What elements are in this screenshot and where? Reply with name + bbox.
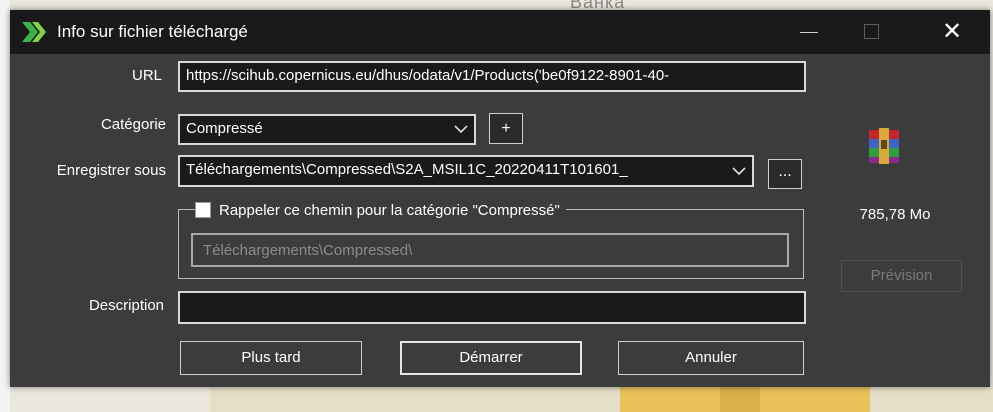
later-button[interactable]: Plus tard <box>180 341 362 375</box>
background-window-edge <box>0 0 10 412</box>
remember-path-checkbox[interactable] <box>195 202 211 218</box>
save-as-label: Enregistrer sous <box>56 162 166 179</box>
download-info-dialog: Info sur fichier téléchargé ✕ URL https:… <box>10 10 990 387</box>
start-button[interactable]: Démarrer <box>400 341 582 375</box>
browse-folder-button[interactable]: ... <box>768 159 802 189</box>
chevron-down-icon[interactable] <box>448 116 474 143</box>
remember-path-checkbox-row[interactable]: Rappeler ce chemin pour la catégorie "Co… <box>195 199 566 221</box>
remembered-path-field: Téléchargements\Compressed\ <box>191 233 789 267</box>
category-select[interactable]: Compressé <box>178 114 476 145</box>
file-size: 785,78 Mo <box>859 206 931 223</box>
minimize-icon <box>800 32 818 33</box>
minimize-button[interactable] <box>780 10 840 54</box>
remember-path-label: Rappeler ce chemin pour la catégorie "Co… <box>219 201 560 219</box>
category-select-value: Compressé <box>186 120 263 137</box>
app-icon <box>22 22 46 42</box>
chevron-down-icon[interactable] <box>726 157 752 185</box>
maximize-icon <box>864 24 879 39</box>
close-icon: ✕ <box>941 18 963 45</box>
title-bar[interactable]: Info sur fichier téléchargé ✕ <box>10 10 990 54</box>
dialog-title: Info sur fichier téléchargé <box>57 22 248 41</box>
url-label: URL <box>131 67 162 84</box>
add-category-button[interactable]: + <box>489 113 523 144</box>
cancel-button[interactable]: Annuler <box>618 341 804 375</box>
save-as-select[interactable]: Téléchargements\Compressed\S2A_MSIL1C_20… <box>178 155 754 187</box>
background-map-region <box>720 385 760 412</box>
url-field[interactable]: https://scihub.copernicus.eu/dhus/odata/… <box>178 61 806 92</box>
category-label: Catégorie <box>100 116 166 133</box>
close-button[interactable]: ✕ <box>922 10 982 54</box>
save-as-path-value: Téléchargements\Compressed\S2A_MSIL1C_20… <box>186 161 628 178</box>
preview-button[interactable]: Prévision <box>841 260 962 292</box>
maximize-button[interactable] <box>842 10 902 54</box>
description-label: Description <box>88 297 164 314</box>
description-field[interactable] <box>178 291 806 324</box>
background-map <box>210 385 993 412</box>
archive-file-icon <box>869 128 899 164</box>
